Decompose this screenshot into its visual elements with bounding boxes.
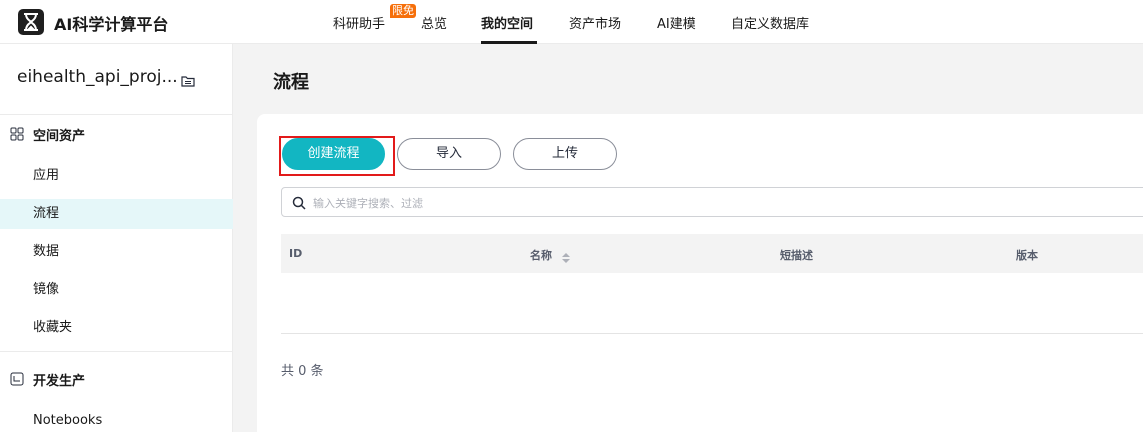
column-id: ID (289, 247, 303, 260)
sidebar-item-notebooks[interactable]: Notebooks (0, 406, 233, 432)
import-button[interactable]: 导入 (397, 138, 501, 170)
sidebar-item-data[interactable]: 数据 (0, 237, 233, 267)
page-title: 流程 (273, 72, 309, 93)
sidebar-item-favorites[interactable]: 收藏夹 (0, 313, 233, 343)
total-count: 共 0 条 (281, 364, 324, 379)
nav-custom-database[interactable]: 自定义数据库 (731, 13, 809, 32)
search-box[interactable] (281, 187, 1143, 217)
project-name: eihealth_api_proj... (17, 67, 178, 87)
top-bar: AI科学计算平台 科研助手 限免 总览 我的空间 资产市场 AI建模 自定义数据… (0, 0, 1143, 44)
upload-button[interactable]: 上传 (513, 138, 617, 170)
active-nav-indicator (481, 41, 537, 44)
search-input[interactable] (313, 193, 1013, 213)
app-title[interactable]: AI科学计算平台 (54, 11, 168, 35)
sidebar-item-workflows[interactable]: 流程 (0, 199, 233, 229)
column-short-description: 短描述 (780, 249, 813, 262)
nav-ai-modeling[interactable]: AI建模 (657, 13, 696, 32)
sidebar-group-dev-production[interactable]: 开发生产 (33, 370, 85, 389)
sidebar: eihealth_api_proj... 空间资产 应用 流程 数据 镜像 收藏… (0, 44, 233, 432)
column-name[interactable]: 名称 (530, 247, 552, 263)
sidebar-item-apps[interactable]: 应用 (0, 161, 233, 191)
nav-asset-market[interactable]: 资产市场 (569, 13, 621, 32)
sort-icon[interactable] (561, 249, 571, 268)
notebook-icon (10, 371, 24, 390)
sidebar-group-space-assets[interactable]: 空间资产 (33, 125, 85, 144)
free-badge: 限免 (390, 4, 416, 18)
sidebar-item-images[interactable]: 镜像 (0, 275, 233, 305)
folder-switch-icon[interactable] (181, 72, 195, 91)
column-version: 版本 (1016, 249, 1038, 262)
search-icon (292, 195, 306, 214)
hourglass-logo-icon (18, 9, 44, 35)
sidebar-divider (0, 114, 233, 115)
nav-research-assistant[interactable]: 科研助手 (333, 13, 385, 32)
table-bottom-divider (281, 333, 1143, 334)
create-workflow-button[interactable]: 创建流程 (282, 138, 385, 170)
grid-icon (10, 126, 24, 145)
sidebar-divider (0, 351, 233, 352)
nav-overview[interactable]: 总览 (421, 13, 447, 32)
table-header: ID 名称 短描述 版本 (281, 234, 1143, 273)
nav-my-space[interactable]: 我的空间 (481, 13, 533, 32)
